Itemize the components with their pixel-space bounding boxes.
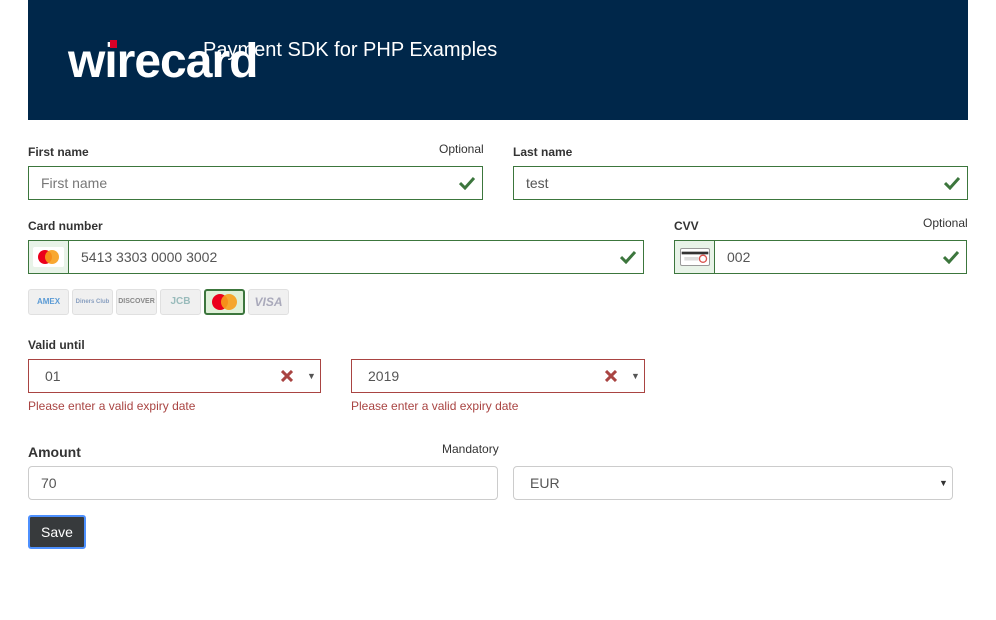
card-number-input[interactable]: 5413 3303 0000 3002	[28, 240, 644, 274]
currency-select[interactable]: EUR ▼	[513, 466, 953, 500]
cvv-card-icon	[680, 248, 710, 266]
error-x-icon	[281, 370, 293, 382]
expiry-year-error: Please enter a valid expiry date	[351, 399, 519, 413]
card-number-label: Card number	[28, 219, 103, 233]
cvv-input[interactable]: 002	[674, 240, 967, 274]
chevron-down-icon: ▼	[631, 371, 640, 381]
check-icon	[943, 250, 959, 264]
chevron-down-icon: ▼	[307, 371, 316, 381]
expiry-year-value: 2019	[368, 368, 400, 384]
amount-mandatory-hint: Mandatory	[442, 442, 499, 456]
card-brand-addon	[29, 241, 69, 273]
page-title: Payment SDK for PHP Examples	[203, 39, 498, 61]
save-button[interactable]: Save	[28, 515, 86, 549]
expiry-month-error: Please enter a valid expiry date	[28, 399, 196, 413]
jcb-brand-icon: JCB	[160, 289, 201, 315]
expiry-year-select[interactable]: 2019 ▼	[351, 359, 645, 393]
visa-brand-icon: VISA	[248, 289, 289, 315]
header-banner: wirecard Payment SDK for PHP Examples	[28, 0, 968, 120]
cvv-optional-hint: Optional	[923, 216, 968, 230]
first-name-optional-hint: Optional	[439, 142, 484, 156]
chevron-down-icon: ▼	[939, 478, 948, 488]
mastercard-icon	[212, 294, 237, 310]
cvv-addon	[675, 241, 715, 273]
last-name-label: Last name	[513, 145, 573, 159]
expiry-month-select[interactable]: 01 ▼	[28, 359, 321, 393]
amount-value: 70	[41, 475, 57, 491]
card-number-value: 5413 3303 0000 3002	[81, 249, 218, 265]
error-x-icon	[605, 370, 617, 382]
amount-input[interactable]: 70	[28, 466, 498, 500]
discover-brand-icon: DISCOVER	[116, 289, 157, 315]
last-name-input[interactable]: test	[513, 166, 968, 200]
logo-accent-dot	[110, 40, 117, 48]
diners-club-brand-icon: Diners Club	[72, 289, 113, 315]
cvv-value: 002	[727, 249, 751, 265]
expiry-month-value: 01	[45, 368, 61, 384]
amex-brand-icon: AMEX	[28, 289, 69, 315]
first-name-label: First name	[28, 145, 89, 159]
mastercard-icon	[33, 247, 64, 267]
cvv-label: CVV	[674, 219, 699, 233]
check-icon	[944, 176, 960, 190]
first-name-placeholder: First name	[41, 175, 108, 191]
last-name-value: test	[526, 175, 549, 191]
mastercard-brand-icon	[204, 289, 245, 315]
check-icon	[620, 250, 636, 264]
first-name-input[interactable]: First name	[28, 166, 483, 200]
currency-value: EUR	[530, 475, 560, 491]
valid-until-label: Valid until	[28, 338, 85, 352]
check-icon	[459, 176, 475, 190]
amount-label: Amount	[28, 444, 81, 460]
